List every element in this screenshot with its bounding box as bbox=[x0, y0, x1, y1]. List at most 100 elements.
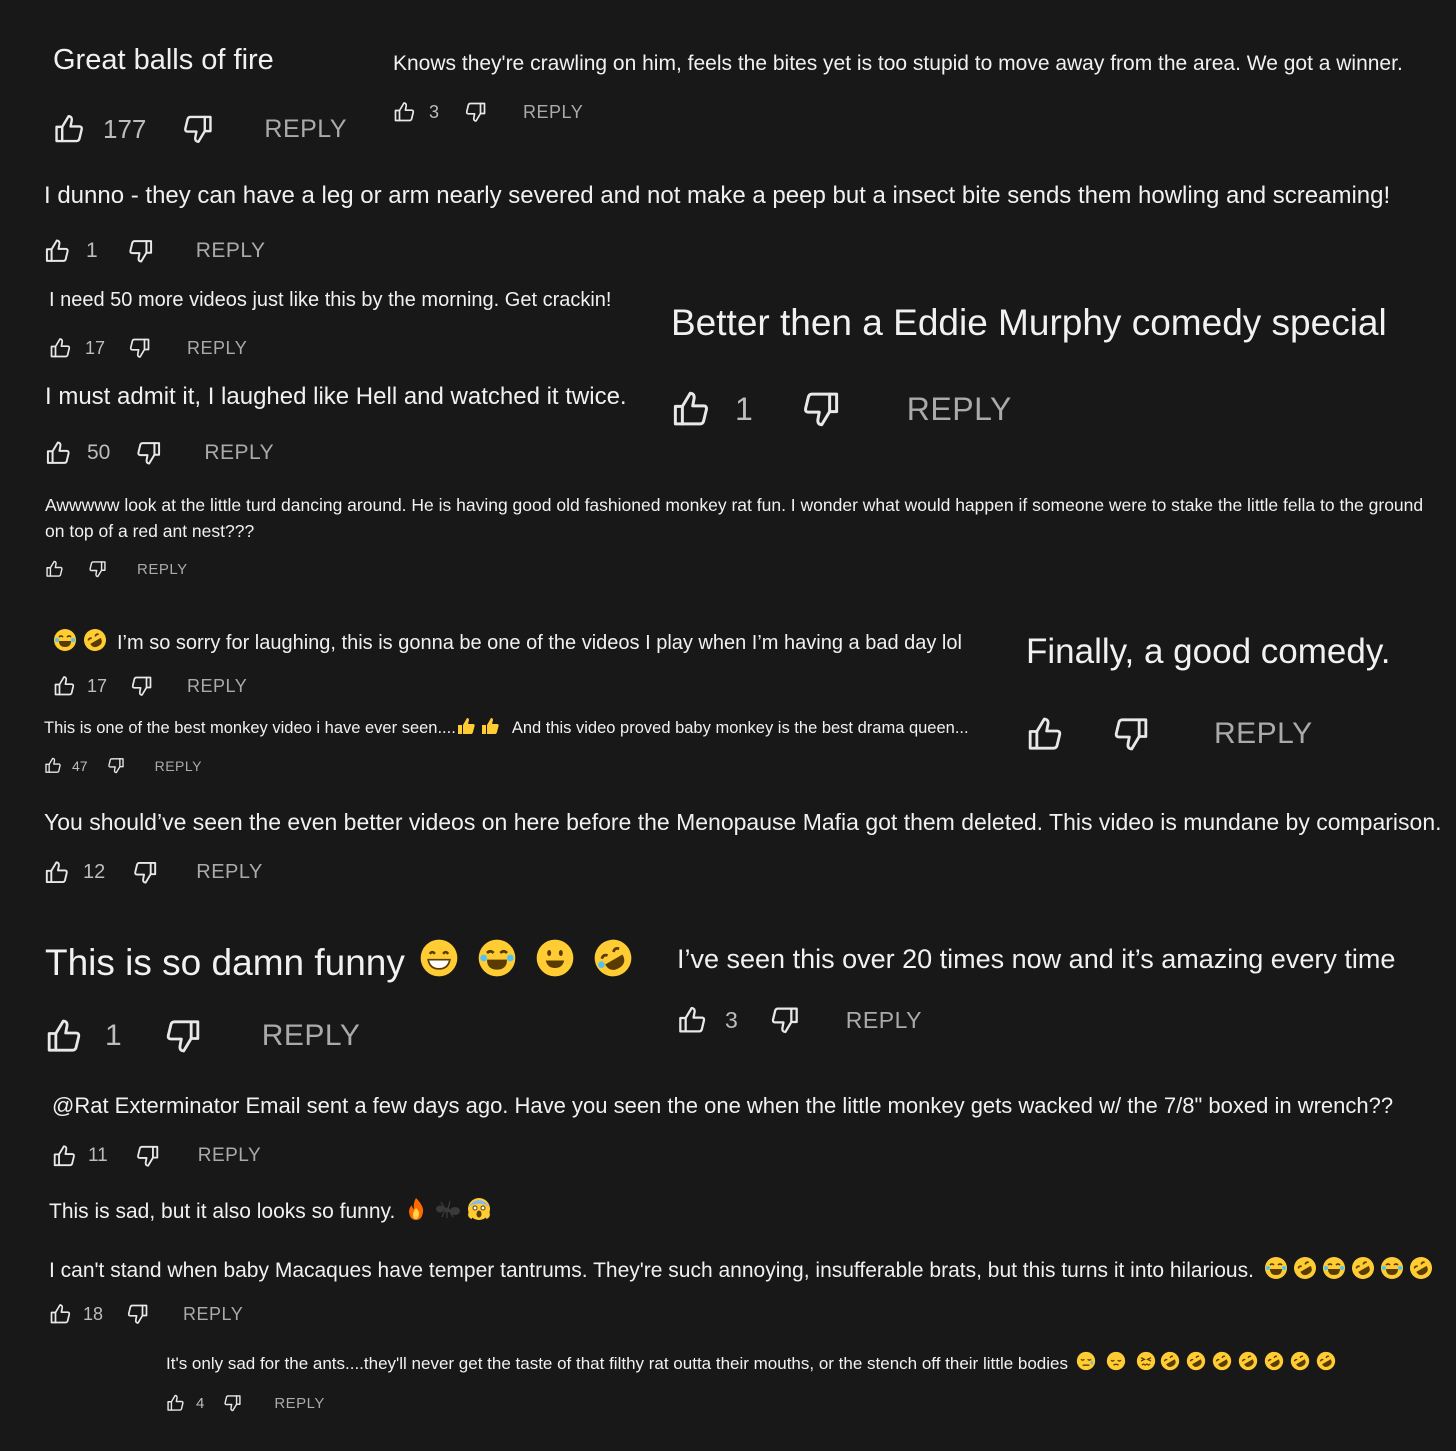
thumbs-up-icon[interactable] bbox=[677, 1004, 709, 1036]
screaming-emoji bbox=[467, 1197, 491, 1227]
thumbs-down-icon[interactable] bbox=[768, 1004, 800, 1036]
thumbs-down-icon[interactable] bbox=[799, 388, 841, 430]
like-count: 1 bbox=[86, 239, 98, 262]
comment-c9: Finally, a good comedy. REPLY bbox=[1026, 632, 1391, 751]
like-count: 3 bbox=[429, 101, 440, 122]
thumbs-up-icon[interactable] bbox=[671, 388, 713, 430]
thumbs-up-icon[interactable] bbox=[45, 1016, 85, 1056]
comment-c1: Great balls of fire 177 REPLY bbox=[53, 44, 347, 144]
reply-button[interactable]: REPLY bbox=[183, 1304, 243, 1325]
comment-c7: Awwwww look at the little turd dancing a… bbox=[45, 492, 1425, 578]
reply-button[interactable]: REPLY bbox=[204, 441, 274, 465]
thumbs-down-icon[interactable] bbox=[87, 559, 107, 579]
comment-text: Knows they're crawling on him, feels the… bbox=[393, 52, 1403, 75]
reply-button[interactable]: REPLY bbox=[907, 391, 1012, 428]
reply-button[interactable]: REPLY bbox=[155, 758, 202, 774]
thumbs-up-icon[interactable] bbox=[44, 756, 63, 775]
persevere-emoji bbox=[1136, 1351, 1156, 1376]
thumbs-up-icon[interactable] bbox=[45, 439, 73, 467]
thumbs-up-icon[interactable] bbox=[166, 1393, 186, 1413]
thumbs-down-icon[interactable] bbox=[129, 674, 153, 698]
comment-text: I dunno - they can have a leg or arm nea… bbox=[44, 182, 1391, 209]
like-count: 12 bbox=[83, 861, 106, 883]
like-count: 18 bbox=[83, 1303, 104, 1324]
thumbs-up-icon[interactable] bbox=[52, 1143, 78, 1169]
thumbs-up-icon[interactable] bbox=[49, 1302, 73, 1326]
reply-button[interactable]: REPLY bbox=[523, 102, 583, 123]
comment-text: Finally, a good comedy. bbox=[1026, 632, 1391, 671]
comment-text: I’m so sorry for laughing, this is gonna… bbox=[117, 631, 962, 654]
fire-emoji bbox=[405, 1197, 427, 1227]
thumbs-down-icon[interactable] bbox=[180, 112, 214, 146]
like-count: 3 bbox=[725, 1006, 738, 1033]
reply-button[interactable]: REPLY bbox=[846, 1007, 922, 1034]
reply-button[interactable]: REPLY bbox=[198, 1145, 261, 1167]
rofl-emoji bbox=[1409, 1256, 1433, 1286]
joy-emoji bbox=[1322, 1256, 1346, 1286]
comment-c14: @Rat Exterminator Email sent a few days … bbox=[52, 1093, 1394, 1167]
rofl-emoji bbox=[1212, 1351, 1232, 1376]
like-count: 50 bbox=[87, 441, 111, 464]
thumbs-up-emoji bbox=[456, 716, 476, 741]
comment-c6: I must admit it, I laughed like Hell and… bbox=[45, 383, 627, 465]
thumbs-down-icon[interactable] bbox=[222, 1393, 242, 1413]
comment-text: This is so damn funny bbox=[45, 941, 405, 983]
comment-c3: I dunno - they can have a leg or arm nea… bbox=[44, 182, 1391, 263]
rofl-emoji bbox=[1264, 1351, 1284, 1376]
thumbs-up-emoji bbox=[480, 716, 500, 741]
comment-c11: You should’ve seen the even better video… bbox=[44, 809, 1442, 884]
rofl-emoji bbox=[1351, 1256, 1375, 1286]
comment-c17: It's only sad for the ants....they'll ne… bbox=[166, 1351, 1336, 1412]
rofl-emoji bbox=[1160, 1351, 1180, 1376]
reply-button[interactable]: REPLY bbox=[196, 239, 266, 263]
comment-text: I must admit it, I laughed like Hell and… bbox=[45, 383, 627, 410]
thumbs-down-icon[interactable] bbox=[126, 237, 154, 265]
thumbs-down-icon[interactable] bbox=[162, 1016, 202, 1056]
thumbs-down-icon[interactable] bbox=[127, 336, 151, 360]
thumbs-down-icon[interactable] bbox=[134, 1143, 160, 1169]
comment-c15: This is sad, but it also looks so funny. bbox=[49, 1197, 491, 1227]
thumbs-up-icon[interactable] bbox=[393, 100, 417, 124]
reply-button[interactable]: REPLY bbox=[1214, 717, 1313, 751]
comment-text: I need 50 more videos just like this by … bbox=[49, 289, 612, 311]
joy-emoji bbox=[53, 628, 77, 658]
reply-button[interactable]: REPLY bbox=[262, 1019, 361, 1053]
rofl-emoji bbox=[1290, 1351, 1310, 1376]
joy-emoji bbox=[1264, 1256, 1288, 1286]
reply-button[interactable]: REPLY bbox=[274, 1395, 325, 1412]
rofl-emoji bbox=[83, 628, 107, 658]
rofl-emoji bbox=[1186, 1351, 1206, 1376]
like-count: 17 bbox=[87, 675, 108, 696]
reply-button[interactable]: REPLY bbox=[187, 338, 247, 359]
thumbs-up-icon[interactable] bbox=[44, 859, 71, 886]
thumbs-down-icon[interactable] bbox=[131, 859, 158, 886]
thumbs-down-icon[interactable] bbox=[1110, 714, 1150, 754]
thumbs-up-icon[interactable] bbox=[45, 559, 65, 579]
reply-button[interactable]: REPLY bbox=[137, 561, 188, 578]
thumbs-up-icon[interactable] bbox=[1026, 714, 1066, 754]
comment-text: @Rat Exterminator Email sent a few days … bbox=[52, 1093, 1394, 1118]
like-count: 1 bbox=[105, 1019, 122, 1052]
thumbs-down-icon[interactable] bbox=[106, 756, 125, 775]
comment-text: You should’ve seen the even better video… bbox=[44, 809, 1442, 835]
reply-button[interactable]: REPLY bbox=[196, 861, 263, 884]
comment-c4: I need 50 more videos just like this by … bbox=[49, 289, 612, 358]
thumbs-up-icon[interactable] bbox=[53, 112, 87, 146]
thumbs-down-icon[interactable] bbox=[125, 1302, 149, 1326]
thumbs-up-icon[interactable] bbox=[44, 237, 72, 265]
reply-button[interactable]: REPLY bbox=[187, 676, 247, 697]
like-count: 17 bbox=[85, 337, 106, 358]
comment-text: This is sad, but it also looks so funny. bbox=[49, 1200, 396, 1223]
thumbs-up-icon[interactable] bbox=[49, 336, 73, 360]
comment-c2: Knows they're crawling on him, feels the… bbox=[393, 52, 1403, 122]
comment-c8: I’m so sorry for laughing, this is gonna… bbox=[53, 628, 962, 696]
comment-text: This is one of the best monkey video i h… bbox=[44, 719, 456, 737]
thumbs-down-icon[interactable] bbox=[463, 100, 487, 124]
comment-c5: Better then a Eddie Murphy comedy specia… bbox=[671, 302, 1387, 427]
reply-button[interactable]: REPLY bbox=[264, 115, 347, 144]
joy-emoji bbox=[1380, 1256, 1404, 1286]
grinning-emoji bbox=[419, 938, 459, 987]
thumbs-up-icon[interactable] bbox=[53, 674, 77, 698]
thumbs-down-icon[interactable] bbox=[134, 439, 162, 467]
like-count: 177 bbox=[103, 113, 147, 144]
